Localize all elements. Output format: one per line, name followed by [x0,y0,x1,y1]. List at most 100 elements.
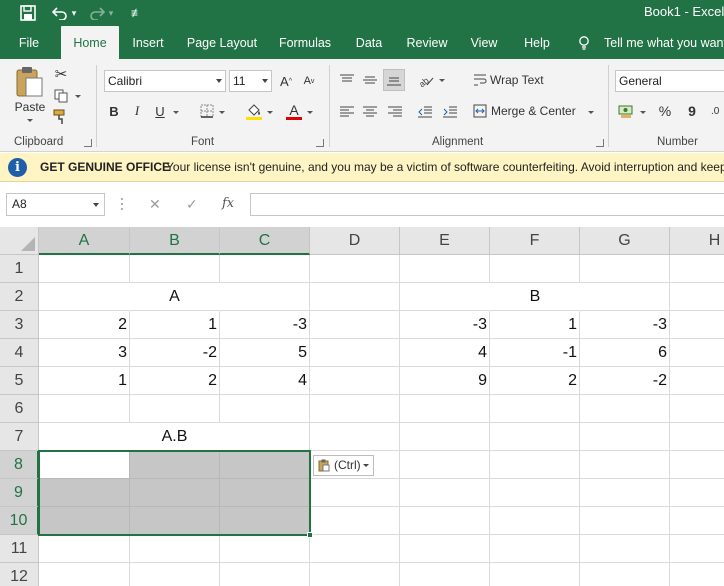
wrap-text-icon[interactable] [472,72,488,88]
cell-e5[interactable]: 9 [400,367,490,395]
cell-c4[interactable]: 5 [220,339,310,367]
column-header-c[interactable]: C [220,227,310,255]
cell-a6[interactable] [39,395,130,423]
cell-b10[interactable] [130,507,220,535]
name-box[interactable]: A8 [6,193,105,216]
merge-center-button[interactable]: Merge & Center [491,103,581,119]
cell-h6[interactable] [670,395,724,423]
cell-b5[interactable]: 2 [130,367,220,395]
cell-b8[interactable] [130,451,220,479]
cell-g11[interactable] [580,535,670,563]
font-color-dropdown-icon[interactable] [307,111,313,114]
save-icon[interactable] [17,3,39,23]
cell-d1[interactable] [310,255,400,283]
column-header-a[interactable]: A [39,227,130,255]
middle-align-icon[interactable] [361,71,379,89]
cell-e8[interactable] [400,451,490,479]
worksheet-grid[interactable]: A B C D E F G H 1 2 3 4 5 6 7 8 9 10 11 … [0,227,724,586]
cell-g12[interactable] [580,563,670,586]
row-header-2[interactable]: 2 [0,283,39,311]
increase-indent-icon[interactable] [441,103,459,121]
row-header-5[interactable]: 5 [0,367,39,395]
fill-color-dropdown-icon[interactable] [267,111,273,114]
bottom-align-icon[interactable] [383,69,405,91]
fill-color-icon[interactable] [245,101,263,121]
enter-icon[interactable]: ✓ [186,196,198,213]
cell-h1[interactable] [670,255,724,283]
paste-icon[interactable] [12,65,46,99]
formula-bar-grip-icon[interactable] [121,196,123,212]
cell-h2[interactable] [670,283,724,311]
borders-dropdown-icon[interactable] [219,111,225,114]
shrink-font-icon[interactable]: Av [301,72,317,90]
cell-f6[interactable] [490,395,580,423]
cell-a10[interactable] [39,507,130,535]
cell-g3[interactable]: -3 [580,311,670,339]
cell-f11[interactable] [490,535,580,563]
cell-h10[interactable] [670,507,724,535]
cell-f1[interactable] [490,255,580,283]
cell-h7[interactable] [670,423,724,451]
column-header-g[interactable]: G [580,227,670,255]
column-header-f[interactable]: F [490,227,580,255]
cell-d7[interactable] [310,423,400,451]
cell-c5[interactable]: 4 [220,367,310,395]
cell-h8[interactable] [670,451,724,479]
cell-a12[interactable] [39,563,130,586]
row-header-4[interactable]: 4 [0,339,39,367]
tab-home[interactable]: Home [61,26,119,59]
tab-view[interactable]: View [462,26,506,59]
cell-b9[interactable] [130,479,220,507]
cell-a9[interactable] [39,479,130,507]
cell-b3[interactable]: 1 [130,311,220,339]
cell-h5[interactable] [670,367,724,395]
cell-e10[interactable] [400,507,490,535]
undo-icon[interactable] [49,3,71,23]
cell-b6[interactable] [130,395,220,423]
cell-b11[interactable] [130,535,220,563]
cell-a5[interactable]: 1 [39,367,130,395]
cell-e7[interactable] [400,423,490,451]
cell-h9[interactable] [670,479,724,507]
align-right-icon[interactable] [386,103,404,121]
align-center-icon[interactable] [361,103,379,121]
cell-h4[interactable] [670,339,724,367]
formula-input[interactable] [250,193,724,216]
label-matrix-a[interactable]: A [39,283,310,311]
clipboard-launcher-icon[interactable] [84,139,92,147]
bold-button[interactable]: B [106,102,122,120]
cell-f10[interactable] [490,507,580,535]
row-header-3[interactable]: 3 [0,311,39,339]
tab-formulas[interactable]: Formulas [273,26,337,59]
orientation-icon[interactable]: ab [416,71,436,89]
column-header-b[interactable]: B [130,227,220,255]
cell-e4[interactable]: 4 [400,339,490,367]
cell-a3[interactable]: 2 [39,311,130,339]
paste-button[interactable]: Paste [10,99,50,115]
row-header-12[interactable]: 12 [0,563,39,586]
tell-me-search[interactable]: Tell me what you want [604,26,724,59]
cell-b4[interactable]: -2 [130,339,220,367]
tab-data[interactable]: Data [347,26,391,59]
cell-g1[interactable] [580,255,670,283]
align-left-icon[interactable] [338,103,356,121]
column-header-e[interactable]: E [400,227,490,255]
label-matrix-ab[interactable]: A.B [39,423,310,451]
row-header-10[interactable]: 10 [0,507,39,535]
cell-d6[interactable] [310,395,400,423]
cell-g4[interactable]: 6 [580,339,670,367]
font-launcher-icon[interactable] [316,139,324,147]
increase-decimal-icon[interactable]: .0 [711,102,724,120]
cell-a8[interactable] [39,451,130,479]
cell-f5[interactable]: 2 [490,367,580,395]
cell-f9[interactable] [490,479,580,507]
tab-page-layout[interactable]: Page Layout [180,26,264,59]
copy-dropdown-icon[interactable] [75,95,81,98]
cell-h11[interactable] [670,535,724,563]
row-header-11[interactable]: 11 [0,535,39,563]
column-header-d[interactable]: D [310,227,400,255]
tab-review[interactable]: Review [400,26,454,59]
cell-f8[interactable] [490,451,580,479]
select-all-button[interactable] [0,227,39,255]
cell-d11[interactable] [310,535,400,563]
